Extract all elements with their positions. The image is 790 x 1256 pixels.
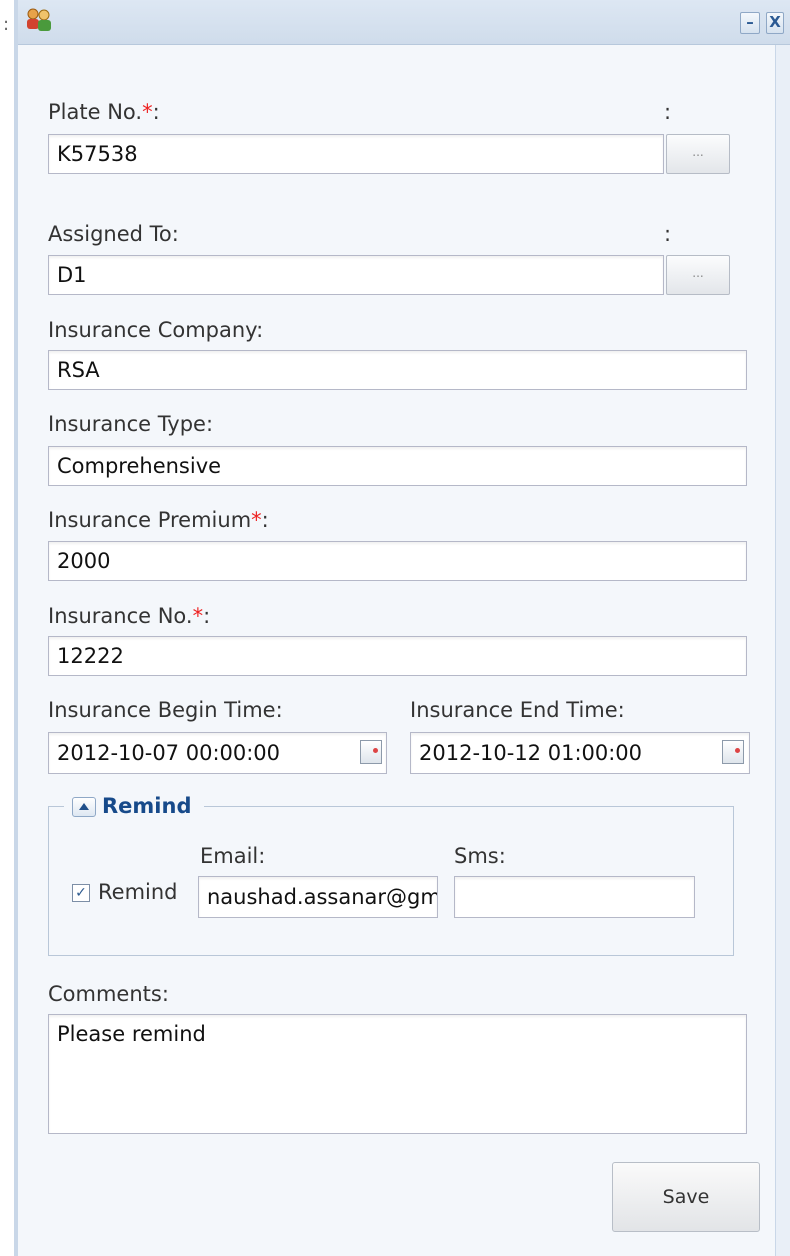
- plate-no-lookup-button[interactable]: ...: [666, 134, 730, 174]
- scroll-edge: [775, 44, 790, 1256]
- email-label: Email:: [200, 844, 266, 868]
- remind-checkbox[interactable]: ✓: [72, 884, 90, 902]
- sms-label: Sms:: [454, 844, 506, 868]
- assigned-to-side-colon: :: [664, 222, 672, 246]
- calendar-icon[interactable]: [722, 740, 744, 764]
- begin-time-label: Insurance Begin Time:: [48, 698, 283, 722]
- users-icon: [27, 8, 51, 31]
- calendar-icon[interactable]: [360, 740, 382, 764]
- comments-label: Comments:: [48, 982, 169, 1006]
- sms-input[interactable]: [454, 876, 695, 918]
- insurance-company-input[interactable]: [48, 350, 747, 390]
- window-titlebar[interactable]: [18, 0, 790, 45]
- save-button[interactable]: Save: [612, 1162, 760, 1232]
- close-button[interactable]: X: [766, 12, 784, 34]
- remind-checkbox-label: Remind: [98, 880, 178, 904]
- plate-no-side-colon: :: [664, 100, 672, 124]
- required-mark: *: [142, 100, 153, 124]
- plate-no-label: Plate No.*:: [48, 100, 160, 124]
- insurance-no-label: Insurance No.*:: [48, 604, 211, 628]
- required-mark: *: [192, 604, 204, 628]
- remind-legend-label: Remind: [102, 794, 192, 818]
- insurance-no-input[interactable]: [48, 636, 747, 676]
- collapse-icon[interactable]: [72, 797, 96, 817]
- plate-no-input[interactable]: [48, 134, 664, 174]
- insurance-company-label: Insurance Company:: [48, 318, 264, 342]
- comments-textarea[interactable]: Please remind: [48, 1014, 747, 1134]
- assigned-to-label: Assigned To:: [48, 222, 179, 246]
- insurance-type-label: Insurance Type:: [48, 412, 214, 436]
- insurance-premium-input[interactable]: [48, 541, 747, 581]
- end-time-label: Insurance End Time:: [410, 698, 625, 722]
- assigned-to-input[interactable]: [48, 255, 664, 295]
- insurance-type-input[interactable]: [48, 446, 747, 486]
- email-input[interactable]: [198, 876, 438, 918]
- end-time-input[interactable]: [410, 732, 750, 774]
- left-edge: [0, 0, 14, 1256]
- left-edge-mark: :: [3, 14, 10, 35]
- minimize-button[interactable]: –: [740, 12, 760, 34]
- assigned-to-lookup-button[interactable]: ...: [666, 255, 730, 295]
- begin-time-input[interactable]: [48, 732, 387, 774]
- required-mark: *: [251, 508, 262, 532]
- insurance-premium-label: Insurance Premium*:: [48, 508, 269, 532]
